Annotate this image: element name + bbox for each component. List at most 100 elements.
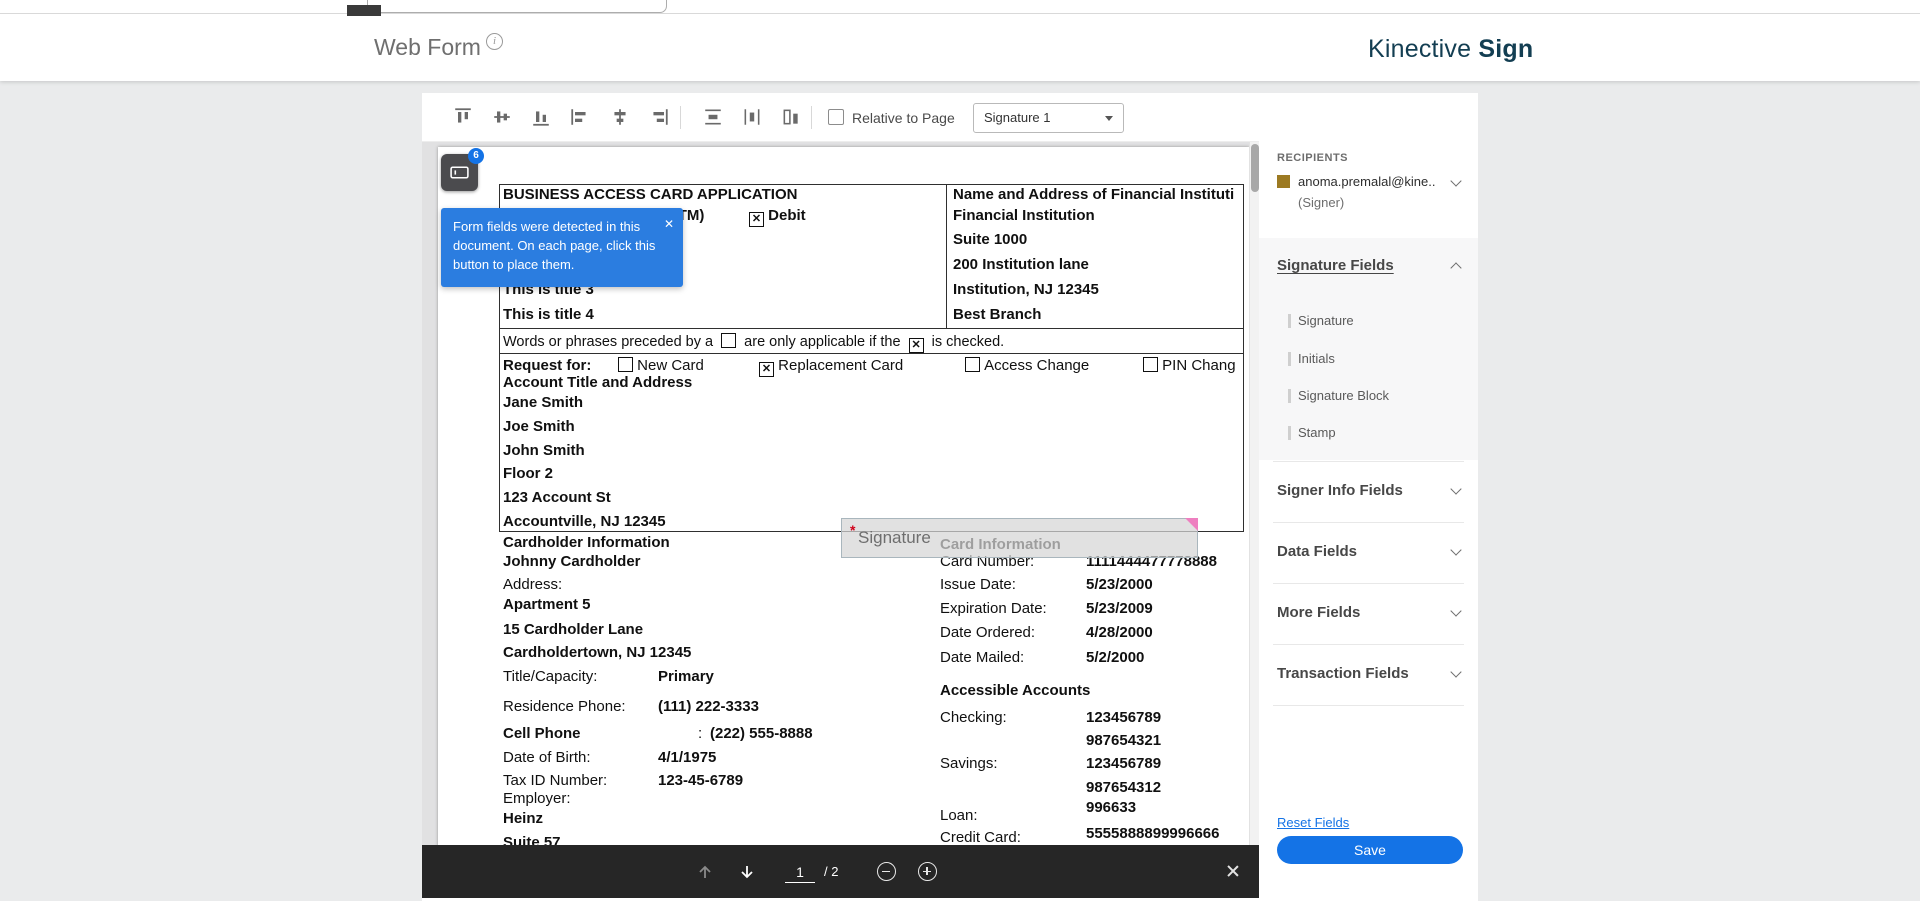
align-vertical-center-icon[interactable]	[492, 107, 512, 127]
field-type-select[interactable]: Signature 1	[973, 103, 1124, 133]
unchecked-checkbox	[618, 357, 633, 372]
relative-to-page-label: Relative to Page	[852, 110, 955, 126]
doc-value: (222) 555-8888	[710, 725, 813, 743]
place-form-fields-button[interactable]: 6	[441, 154, 478, 191]
section-signature-fields[interactable]: Signature Fields	[1277, 257, 1394, 274]
field-item-signature-block[interactable]: Signature Block	[1288, 388, 1389, 403]
zoom-out-icon[interactable]	[877, 862, 896, 881]
align-right-icon[interactable]	[649, 107, 669, 127]
doc-line: Accountville, NJ 12345	[503, 513, 666, 531]
page-total-label: / 2	[824, 864, 838, 879]
next-page-icon[interactable]	[737, 862, 757, 882]
doc-text: Replacement Card	[778, 357, 903, 374]
financial-institution-cell: Name and Address of Financial Instituti …	[948, 184, 1243, 328]
document-scrollbar[interactable]	[1249, 142, 1259, 845]
info-icon[interactable]: i	[486, 33, 503, 50]
doc-value: 4/1/1975	[658, 749, 716, 767]
doc-value: 5/23/2009	[1086, 600, 1153, 618]
doc-line: Suite 57	[503, 834, 561, 845]
doc-value: Primary	[658, 668, 714, 686]
align-horizontal-center-icon[interactable]	[610, 107, 630, 127]
tooltip-text: Form fields were detected in this docume…	[453, 219, 655, 272]
section-signer-info-fields[interactable]: Signer Info Fields	[1277, 482, 1403, 499]
doc-label: Tax ID Number:	[503, 772, 607, 790]
recipient-chevron-down-icon[interactable]	[1450, 175, 1461, 186]
page-number-input[interactable]	[785, 861, 815, 883]
chevron-down-icon[interactable]	[1450, 483, 1461, 494]
close-icon[interactable]: ✕	[664, 216, 674, 233]
page-title: Web Form	[374, 34, 481, 61]
alignment-toolbar: Relative to Page Signature 1	[422, 93, 1259, 142]
toolbar-separator	[811, 106, 812, 129]
field-item-label: Stamp	[1298, 425, 1336, 440]
section-more-fields[interactable]: More Fields	[1277, 604, 1360, 621]
field-type-value: Signature 1	[984, 110, 1051, 125]
doc-value: 987654321	[1086, 732, 1161, 750]
recipients-label: RECIPIENTS	[1277, 152, 1348, 164]
distribute-vertical-icon[interactable]	[703, 107, 723, 127]
drag-handle	[1288, 389, 1291, 403]
doc-label: Date of Birth:	[503, 749, 591, 767]
recipient-color-swatch	[1277, 175, 1290, 188]
required-asterisk: *	[850, 522, 855, 538]
doc-label: Date Mailed:	[940, 649, 1024, 667]
doc-text: are only applicable if the	[744, 334, 900, 350]
chrome-dark-fragment	[347, 5, 381, 16]
match-size-icon[interactable]	[781, 107, 801, 127]
close-viewer-icon[interactable]	[1225, 863, 1241, 879]
doc-label: Cell Phone	[503, 725, 581, 743]
doc-line: Heinz	[503, 810, 543, 828]
doc-header: Account Title and Address	[503, 374, 692, 392]
previous-page-icon[interactable]	[695, 862, 715, 882]
chevron-down-icon[interactable]	[1450, 544, 1461, 555]
doc-text: PIN Chang	[1162, 357, 1235, 374]
chevron-down-icon[interactable]	[1450, 605, 1461, 616]
distribute-horizontal-icon[interactable]	[742, 107, 762, 127]
doc-value: 4/28/2000	[1086, 624, 1153, 642]
app-header: Web Form i Kinective Sign	[0, 14, 1920, 81]
doc-value: 123-45-6789	[658, 772, 743, 790]
doc-label: Title/Capacity:	[503, 668, 597, 686]
doc-option: New Card	[618, 357, 704, 375]
brand-regular: Kinective	[1368, 35, 1471, 63]
save-button[interactable]: Save	[1277, 836, 1463, 864]
doc-debit-option: ✕ Debit	[749, 207, 806, 227]
doc-label: Request for:	[503, 357, 591, 375]
align-top-icon[interactable]	[453, 107, 473, 127]
recipient-role: (Signer)	[1298, 195, 1344, 210]
scrollbar-thumb[interactable]	[1251, 144, 1259, 192]
checked-checkbox: ✕	[909, 338, 924, 353]
unchecked-checkbox	[965, 357, 980, 372]
align-left-icon[interactable]	[570, 107, 590, 127]
field-item-initials[interactable]: Initials	[1288, 351, 1335, 366]
signature-field-placeholder[interactable]: * Signature	[841, 518, 1198, 558]
doc-debit-label: Debit	[768, 207, 806, 224]
field-item-stamp[interactable]: Stamp	[1288, 425, 1336, 440]
doc-value: 987654312	[1086, 779, 1161, 797]
field-item-label: Initials	[1298, 351, 1335, 366]
field-item-signature[interactable]: Signature	[1288, 313, 1354, 328]
relative-to-page-checkbox[interactable]	[828, 109, 844, 125]
field-corner-handle[interactable]	[1185, 518, 1198, 531]
reset-fields-link[interactable]: Reset Fields	[1277, 815, 1349, 830]
doc-line: 200 Institution lane	[953, 256, 1089, 274]
doc-label: Issue Date:	[940, 576, 1016, 594]
doc-option: PIN Chang	[1143, 357, 1236, 375]
doc-text: Words or phrases preceded by a	[503, 334, 713, 350]
align-bottom-icon[interactable]	[531, 107, 551, 127]
doc-line: Financial Institution	[953, 207, 1095, 225]
browser-tab-remnant[interactable]	[367, 0, 667, 13]
section-transaction-fields[interactable]: Transaction Fields	[1277, 665, 1409, 682]
doc-value: 996633	[1086, 799, 1136, 817]
doc-text: :	[698, 725, 702, 743]
chevron-down-icon	[1105, 116, 1113, 121]
section-data-fields[interactable]: Data Fields	[1277, 543, 1357, 560]
form-fields-tooltip: Form fields were detected in this docume…	[441, 208, 683, 287]
chevron-down-icon[interactable]	[1450, 666, 1461, 677]
zoom-in-icon[interactable]	[918, 862, 937, 881]
toolbar-separator	[680, 106, 681, 129]
doc-header: Cardholder Information	[503, 534, 670, 552]
doc-value: 123456789	[1086, 755, 1161, 773]
table-rule	[499, 328, 1244, 329]
doc-text: Access Change	[984, 357, 1089, 374]
